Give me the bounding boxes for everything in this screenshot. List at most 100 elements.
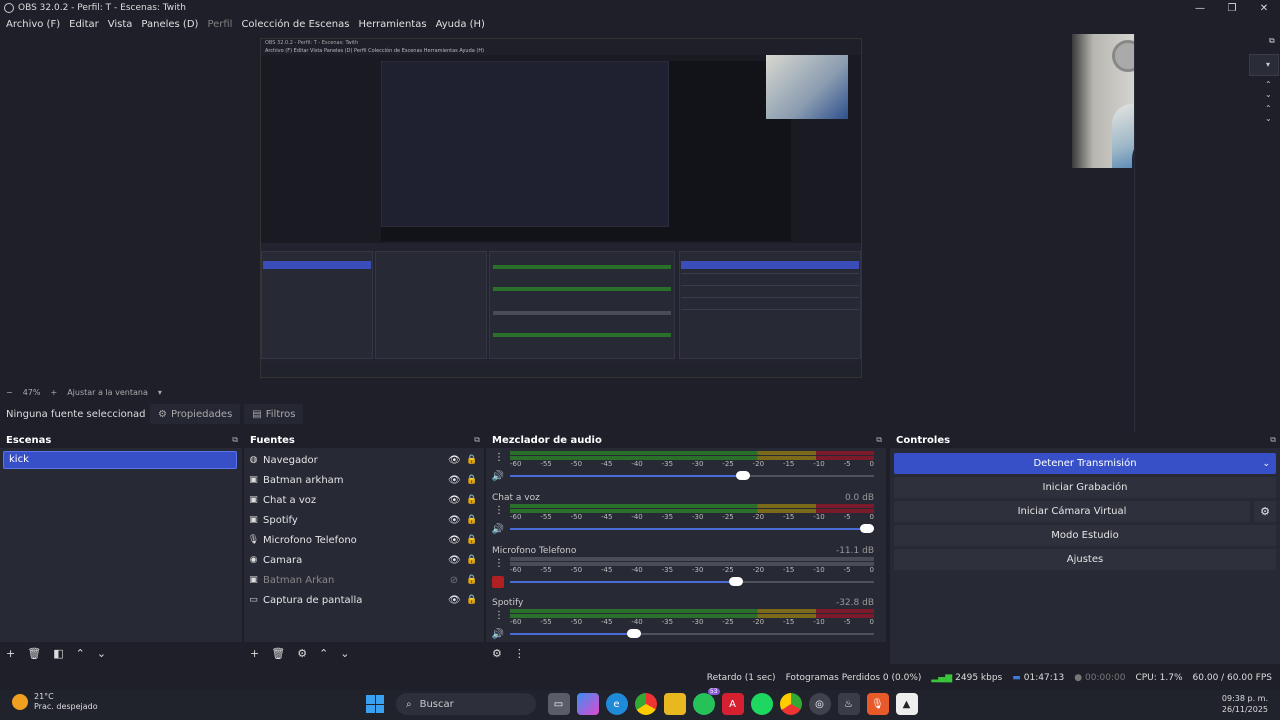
chevron-down-icon[interactable]: ⌄ (1265, 114, 1272, 123)
menu-coleccion-escenas[interactable]: Colección de Escenas (241, 19, 349, 30)
properties-button[interactable]: ⚙ Propiedades (150, 404, 241, 424)
zoom-dropdown-icon[interactable]: ▾ (158, 388, 162, 397)
taskbar-search[interactable]: ⌕ Buscar (396, 693, 536, 715)
close-icon[interactable]: ✕ (1248, 0, 1280, 16)
eye-icon[interactable]: 👁 (448, 495, 461, 506)
chrome-profile-icon[interactable] (779, 693, 802, 715)
menu-vista[interactable]: Vista (108, 19, 133, 30)
eye-icon[interactable]: 👁 (448, 555, 461, 566)
muted-speaker-icon[interactable] (492, 576, 504, 588)
chevron-down-icon[interactable]: ⌄ (1265, 90, 1272, 99)
source-item[interactable]: ▣ Chat a voz 👁 🔒 (248, 491, 477, 509)
undock-icon[interactable]: ⧉ (876, 435, 882, 445)
virtual-camera-button[interactable]: Iniciar Cámara Virtual (894, 501, 1250, 522)
scene-item-kick[interactable]: kick (3, 451, 237, 469)
lock-icon[interactable]: 🔒 (466, 455, 477, 465)
chevron-down-icon[interactable]: ⌄ (340, 647, 349, 660)
settings-button[interactable]: Ajustes (894, 549, 1276, 570)
volume-slider-handle[interactable] (728, 577, 743, 586)
volume-slider-handle[interactable] (735, 471, 750, 480)
stop-stream-button[interactable]: Detener Transmisión ⌄ (894, 453, 1276, 474)
menu-herramientas[interactable]: Herramientas (358, 19, 426, 30)
speaker-icon[interactable]: 🔊 (492, 523, 504, 535)
eye-icon[interactable]: 👁 (448, 475, 461, 486)
unlock-icon[interactable]: 🔒 (466, 475, 477, 485)
channel-menu-icon[interactable]: ⋮ (494, 610, 504, 621)
volume-slider-handle[interactable] (626, 629, 641, 638)
source-item[interactable]: ▣ Batman arkham 👁 🔒 (248, 471, 477, 489)
unlock-icon[interactable]: 🔒 (466, 575, 477, 585)
undock-icon[interactable]: ⧉ (1270, 435, 1276, 445)
whatsapp-icon[interactable]: 53 (692, 688, 720, 715)
right-dropdown[interactable]: ▾ (1249, 54, 1279, 76)
menu-paneles[interactable]: Paneles (D) (141, 19, 198, 30)
speaker-icon[interactable]: 🔊 (492, 470, 504, 482)
speaker-icon[interactable]: 🔊 (492, 628, 504, 640)
channel-menu-icon[interactable]: ⋮ (494, 505, 504, 516)
source-item[interactable]: ▣ Batman Arkan ⊘ 🔒 (248, 571, 477, 589)
trash-icon[interactable]: 🗑 (27, 647, 41, 660)
studio-mode-button[interactable]: Modo Estudio (894, 525, 1276, 546)
maximize-icon[interactable]: ❐ (1216, 0, 1248, 16)
unlock-icon[interactable]: 🔒 (466, 595, 477, 605)
task-view-icon[interactable]: ▭ (547, 693, 570, 715)
preview-area[interactable]: OBS 32.0.2 - Perfil: T - Escenas: Twith … (0, 34, 1130, 384)
undock-icon[interactable]: ⧉ (474, 435, 480, 445)
source-item[interactable]: ▣ Spotify 👁 🔒 (248, 511, 477, 529)
source-item[interactable]: ▭ Captura de pantalla 👁 🔒 (248, 591, 477, 609)
unlock-icon[interactable]: 🔒 (466, 495, 477, 505)
copilot-icon[interactable] (576, 693, 599, 715)
obs-taskbar-icon[interactable]: ◎ (808, 693, 831, 715)
unlock-icon[interactable]: 🔒 (466, 555, 477, 565)
filters-button[interactable]: ▤ Filtros (244, 404, 304, 424)
system-clock[interactable]: 09:38 p. m. 26/11/2025 (1222, 693, 1268, 715)
chevron-up-icon[interactable]: ⌃ (1265, 80, 1272, 89)
unlock-icon[interactable]: 🔒 (466, 515, 477, 525)
eye-icon[interactable]: 👁 (448, 595, 461, 606)
source-item[interactable]: ◍ Navegador 👁 🔒 (248, 451, 478, 469)
eye-icon[interactable]: 👁 (448, 515, 461, 526)
menu-perfil[interactable]: Perfil (207, 19, 232, 30)
unlock-icon[interactable]: 🔒 (466, 535, 477, 545)
chevron-down-icon[interactable]: ⌄ (97, 647, 106, 660)
zoom-in-button[interactable]: + (50, 388, 57, 397)
preview-canvas[interactable]: OBS 32.0.2 - Perfil: T - Escenas: Twith … (260, 38, 862, 378)
fit-to-window[interactable]: Ajustar a la ventana (67, 388, 148, 397)
eye-icon[interactable]: 👁 (448, 455, 461, 466)
steam-icon[interactable]: ♨ (837, 693, 860, 715)
add-icon[interactable]: + (6, 647, 15, 660)
source-item[interactable]: ◉ Camara 👁 🔒 (248, 551, 478, 569)
zoom-out-button[interactable]: − (6, 388, 13, 397)
windows-start-icon[interactable] (366, 695, 384, 713)
volume-slider-handle[interactable] (860, 524, 874, 533)
menu-archivo[interactable]: Archivo (F) (6, 19, 60, 30)
edge-icon[interactable]: e (605, 693, 628, 715)
pdf-reader-icon[interactable]: A (721, 693, 744, 715)
gear-icon[interactable]: ⚙ (297, 647, 307, 660)
chrome-icon[interactable] (634, 693, 657, 715)
add-icon[interactable]: + (250, 647, 259, 660)
spotify-icon[interactable] (750, 693, 773, 715)
menu-ayuda[interactable]: Ayuda (H) (436, 19, 485, 30)
weather-widget[interactable]: 21°C Prac. despejado (12, 692, 98, 712)
eye-icon[interactable]: 👁 (448, 535, 461, 546)
filter-icon[interactable]: ◧ (53, 647, 63, 660)
chevron-up-icon[interactable]: ⌃ (1265, 104, 1272, 113)
start-recording-button[interactable]: Iniciar Grabación (894, 477, 1276, 498)
eye-off-icon[interactable]: ⊘ (448, 575, 460, 586)
file-explorer-icon[interactable] (663, 693, 686, 715)
advanced-audio-icon[interactable]: ⚙ (492, 647, 502, 660)
chevron-down-icon[interactable]: ⌄ (1262, 459, 1270, 469)
microphone-app-icon[interactable]: 🎙 (866, 693, 889, 715)
trash-icon[interactable]: 🗑 (271, 647, 285, 660)
mixer-menu-icon[interactable]: ⋮ (514, 647, 525, 660)
virtual-camera-settings-button[interactable]: ⚙ (1254, 501, 1276, 522)
photos-icon[interactable]: ▲ (895, 693, 918, 715)
channel-menu-icon[interactable]: ⋮ (494, 452, 504, 463)
chevron-up-icon[interactable]: ⌃ (319, 647, 328, 660)
source-item[interactable]: 🎙 Microfono Telefono 👁 🔒 (248, 531, 477, 549)
float-dock-icon[interactable]: ⧉ (1269, 36, 1275, 46)
minimize-icon[interactable]: — (1184, 0, 1216, 16)
menu-editar[interactable]: Editar (69, 19, 99, 30)
chevron-up-icon[interactable]: ⌃ (76, 647, 85, 660)
